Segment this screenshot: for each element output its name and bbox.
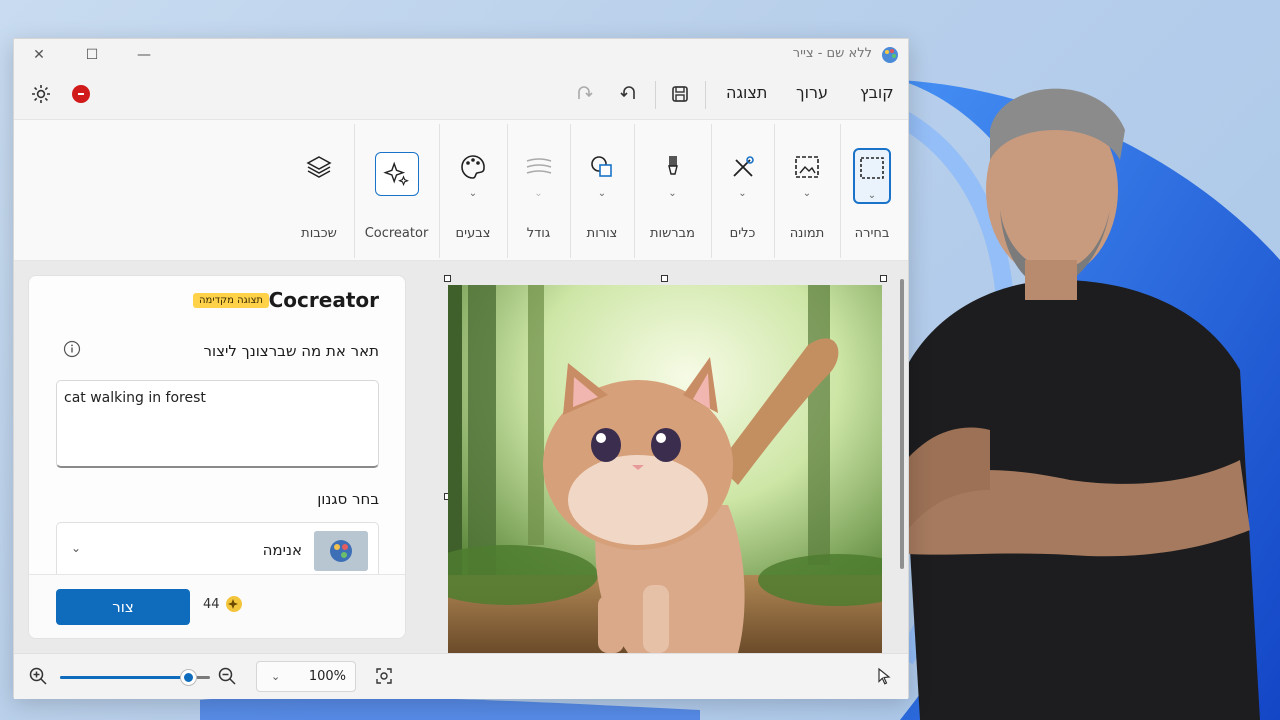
size-icon <box>526 158 551 174</box>
preview-badge: תצוגה מקדימה <box>193 293 269 308</box>
ribbon-divider <box>507 124 508 258</box>
chevron-down-icon: ⌄ <box>597 188 607 199</box>
anime-style-thumbnail <box>314 531 368 571</box>
brush-icon <box>667 156 678 175</box>
chevron-down-icon: ⌄ <box>71 541 82 555</box>
ribbon-label-size: גודל <box>526 226 551 241</box>
ribbon-label-selection: בחירה <box>854 226 890 241</box>
ribbon-label-cocreator: Cocreator <box>364 226 429 241</box>
menu-file[interactable]: קובץ <box>860 83 894 102</box>
drawing-canvas[interactable] <box>444 271 894 653</box>
ribbon-divider <box>840 124 841 258</box>
menu-divider <box>705 81 706 109</box>
cocreator-panel: Cocreator תצוגה מקדימה תאר את מה שברצונך… <box>28 275 406 639</box>
title-bar: ✕ ☐ — ללא שם - צייר <box>14 39 908 71</box>
ribbon-group-brushes[interactable]: ⌄ מברשות <box>634 120 711 262</box>
ribbon-label-tools: כלים <box>729 226 756 241</box>
menu-view[interactable]: תצוגה <box>726 83 767 102</box>
image-icon <box>795 156 819 178</box>
zoom-in-icon[interactable] <box>28 666 48 686</box>
vertical-scrollbar[interactable] <box>899 269 905 649</box>
ribbon-group-tools[interactable]: ⌄ כלים <box>711 120 774 262</box>
chevron-down-icon: ⌄ <box>738 188 747 199</box>
ribbon-group-layers[interactable]: שכבות <box>286 120 352 262</box>
create-button[interactable]: צור <box>56 589 190 625</box>
zoom-slider[interactable] <box>60 670 210 685</box>
menu-divider <box>655 81 656 109</box>
credit-coin-icon <box>226 596 242 612</box>
style-label: בחר סגנון <box>317 490 379 508</box>
credits-count: 44 <box>203 597 220 612</box>
ribbon-divider <box>439 124 440 258</box>
zoom-slider-fill <box>60 676 188 679</box>
layers-icon <box>306 156 332 178</box>
paint-app-icon <box>882 47 898 63</box>
ribbon-group-shapes[interactable]: ⌄ צורות <box>570 120 634 262</box>
tools-icon <box>732 156 754 177</box>
redo-icon[interactable] <box>572 82 596 106</box>
generated-cat-image <box>448 285 882 653</box>
settings-gear-icon[interactable] <box>29 82 53 106</box>
resize-handle[interactable] <box>880 275 887 282</box>
chevron-down-icon: ⌄ <box>867 190 877 201</box>
selected-style-value: אנימה <box>262 541 302 559</box>
ribbon-divider <box>711 124 712 258</box>
zoom-level-dropdown[interactable]: 100% ⌄ <box>256 661 356 692</box>
window-title: ללא שם - צייר <box>792 46 872 61</box>
resize-handle[interactable] <box>444 275 451 282</box>
chevron-down-icon: ⌄ <box>668 188 677 199</box>
ribbon-divider <box>634 124 635 258</box>
info-icon[interactable] <box>63 340 81 358</box>
style-dropdown[interactable]: אנימה ⌄ <box>56 522 379 578</box>
chevron-down-icon: ⌄ <box>802 188 812 199</box>
maximize-button[interactable]: ☐ <box>75 44 109 66</box>
ribbon-group-size[interactable]: ⌄ גודל <box>507 120 570 262</box>
zoom-slider-thumb[interactable] <box>180 670 196 685</box>
save-icon[interactable] <box>668 82 692 106</box>
close-button[interactable]: ✕ <box>22 44 56 66</box>
prompt-textarea[interactable]: cat walking in forest <box>56 380 379 468</box>
ribbon-group-selection[interactable]: ⌄ בחירה <box>840 120 904 262</box>
cocreator-sparkle-icon <box>382 161 409 187</box>
cocreator-panel-title: Cocreator <box>268 288 379 312</box>
ribbon-label-layers: שכבות <box>301 226 337 241</box>
selection-icon <box>860 157 884 179</box>
ribbon-label-image: תמונה <box>789 226 825 241</box>
undo-icon[interactable] <box>617 82 641 106</box>
ribbon-group-colors[interactable]: ⌄ צבעים <box>439 120 507 262</box>
panel-footer: צור 44 <box>29 574 405 638</box>
chevron-down-icon: ⌄ <box>271 670 281 683</box>
status-bar: 100% ⌄ <box>14 653 908 699</box>
menu-edit[interactable]: ערוך <box>796 83 828 102</box>
fit-to-window-icon[interactable] <box>374 666 394 686</box>
resize-handle[interactable] <box>661 275 668 282</box>
cursor-icon <box>878 667 891 685</box>
ribbon-divider <box>354 124 355 258</box>
menu-bar: תצוגה ערוך קובץ <box>14 71 908 117</box>
ribbon-label-colors: צבעים <box>455 226 491 241</box>
ribbon-toolbar: ⌄ בחירה ⌄ תמונה ⌄ כלים ⌄ מברשות ⌄ צורות … <box>14 119 908 261</box>
minimize-button[interactable]: — <box>127 44 161 66</box>
ribbon-label-brushes: מברשות <box>650 226 695 241</box>
ribbon-label-shapes: צורות <box>586 226 618 241</box>
ribbon-divider <box>774 124 775 258</box>
zoom-level-value: 100% <box>308 669 346 684</box>
record-icon[interactable] <box>69 82 93 106</box>
ribbon-group-image[interactable]: ⌄ תמונה <box>774 120 840 262</box>
ribbon-divider <box>570 124 571 258</box>
prompt-label: תאר את מה שברצונך ליצור <box>203 342 379 360</box>
zoom-out-icon[interactable] <box>217 666 237 686</box>
palette-icon <box>461 155 485 179</box>
chevron-down-icon: ⌄ <box>534 188 543 199</box>
ribbon-group-cocreator[interactable]: Cocreator <box>354 120 439 262</box>
chevron-down-icon: ⌄ <box>468 188 478 199</box>
workspace: Cocreator תצוגה מקדימה תאר את מה שברצונך… <box>14 261 908 653</box>
shapes-icon <box>591 156 612 177</box>
paint-window: ✕ ☐ — ללא שם - צייר תצוגה ערוך קובץ ⌄ בח… <box>13 38 909 699</box>
vertical-scrollbar-thumb[interactable] <box>900 279 904 569</box>
